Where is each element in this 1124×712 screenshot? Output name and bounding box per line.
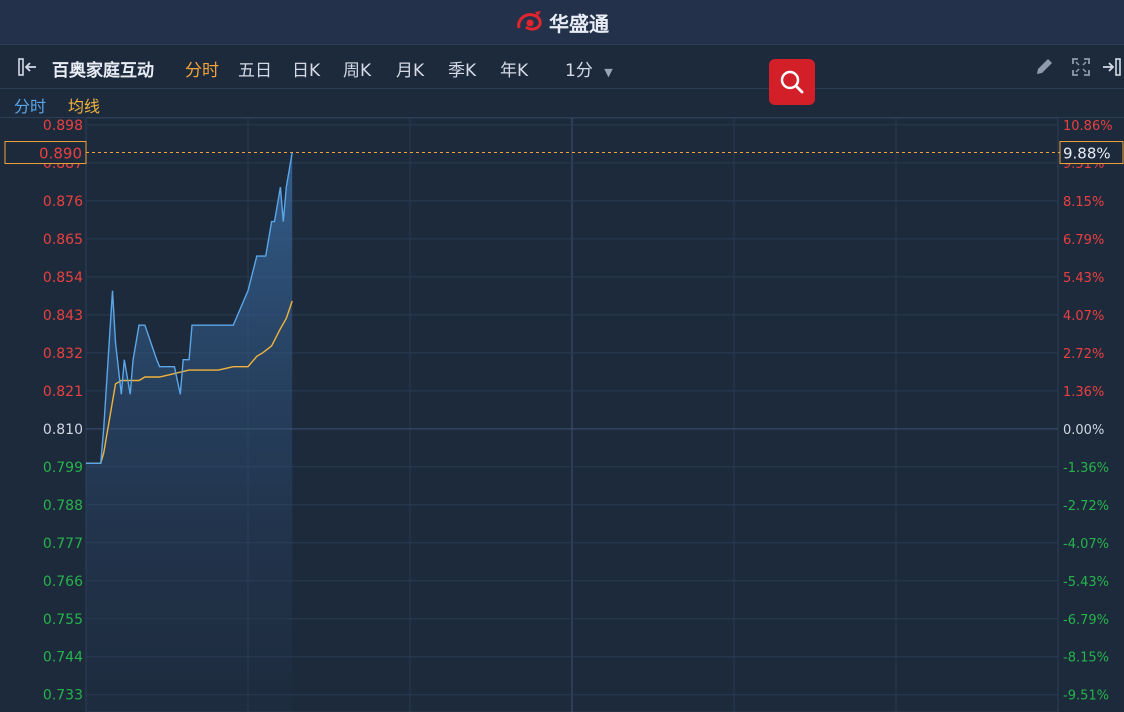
tab-intraday[interactable]: 分时 — [185, 56, 219, 81]
tab-weekly-k[interactable]: 周K — [343, 56, 371, 81]
percent-tick-label: 4.07% — [1063, 309, 1104, 324]
title-bar: 华盛通 — [0, 0, 1124, 45]
percent-axis-labels: 10.86%9.51%8.15%6.79%5.43%4.07%2.72%1.36… — [1063, 119, 1113, 704]
current-pct-label: 9.88% — [1063, 145, 1111, 163]
percent-tick-label: -8.15% — [1063, 651, 1109, 666]
price-tick-label: 0.898 — [43, 118, 83, 134]
fullscreen-icon[interactable] — [1070, 56, 1092, 78]
price-tick-label: 0.832 — [43, 346, 83, 362]
percent-tick-label: -6.79% — [1063, 613, 1109, 628]
interval-select[interactable]: 1分 ▼ — [565, 56, 613, 81]
search-button[interactable] — [769, 59, 815, 105]
price-area-layer — [86, 152, 293, 712]
current-price-layer: 0.890 9.88% — [4, 141, 1124, 165]
brand-logo-icon — [517, 11, 542, 31]
price-tick-label: 0.777 — [43, 536, 83, 552]
price-axis-labels: 0.8980.8870.8760.8650.8540.8430.8320.821… — [43, 118, 83, 704]
percent-tick-label: 10.86% — [1063, 119, 1113, 134]
brand: 华盛通 — [515, 8, 609, 37]
current-price-label: 0.890 — [39, 145, 82, 163]
percent-tick-label: 2.72% — [1063, 347, 1104, 362]
toolbar: 百奥家庭互动 分时 五日 日K 周K 月K 季K 年K 1分 ▼ — [0, 46, 1124, 89]
tab-five-day[interactable]: 五日 — [238, 56, 272, 81]
percent-tick-label: 8.15% — [1063, 195, 1104, 210]
tab-yearly-k[interactable]: 年K — [500, 56, 528, 81]
collapse-right-icon[interactable] — [1100, 56, 1124, 78]
percent-tick-label: 6.79% — [1063, 233, 1104, 248]
intraday-chart[interactable]: 0.8980.8870.8760.8650.8540.8430.8320.821… — [0, 118, 1124, 712]
interval-value: 1分 — [565, 61, 593, 81]
price-tick-label: 0.843 — [43, 308, 83, 324]
search-icon — [780, 70, 804, 94]
stock-name: 百奥家庭互动 — [52, 61, 154, 81]
pencil-icon[interactable] — [1033, 56, 1055, 78]
percent-tick-label: -1.36% — [1063, 461, 1109, 476]
percent-tick-label: 0.00% — [1063, 423, 1104, 438]
percent-tick-label: 1.36% — [1063, 385, 1104, 400]
price-tick-label: 0.799 — [43, 460, 83, 476]
price-tick-label: 0.821 — [43, 384, 83, 400]
price-tick-label: 0.733 — [43, 688, 83, 704]
percent-tick-label: 5.43% — [1063, 271, 1104, 286]
price-tick-label: 0.865 — [43, 232, 83, 248]
app-title: 华盛通 — [549, 11, 609, 36]
price-tick-label: 0.788 — [43, 498, 83, 514]
percent-tick-label: -4.07% — [1063, 537, 1109, 552]
chevron-down-icon: ▼ — [604, 66, 613, 79]
price-tick-label: 0.854 — [43, 270, 83, 286]
percent-tick-label: -9.51% — [1063, 689, 1109, 704]
legend-price: 分时 — [14, 97, 47, 116]
collapse-left-icon[interactable] — [16, 56, 40, 78]
tab-monthly-k[interactable]: 月K — [396, 56, 424, 81]
percent-tick-label: -2.72% — [1063, 499, 1109, 514]
tab-daily-k[interactable]: 日K — [292, 56, 320, 81]
price-tick-label: 0.876 — [43, 194, 83, 210]
price-area — [86, 152, 293, 712]
percent-tick-label: -5.43% — [1063, 575, 1109, 590]
legend-bar: 分时 均线 — [0, 89, 1124, 118]
price-tick-label: 0.744 — [43, 650, 83, 666]
price-tick-label: 0.755 — [43, 612, 83, 628]
price-tick-label: 0.810 — [43, 422, 83, 438]
price-tick-label: 0.766 — [43, 574, 83, 590]
legend-average: 均线 — [68, 97, 101, 116]
tab-quarterly-k[interactable]: 季K — [448, 56, 476, 81]
